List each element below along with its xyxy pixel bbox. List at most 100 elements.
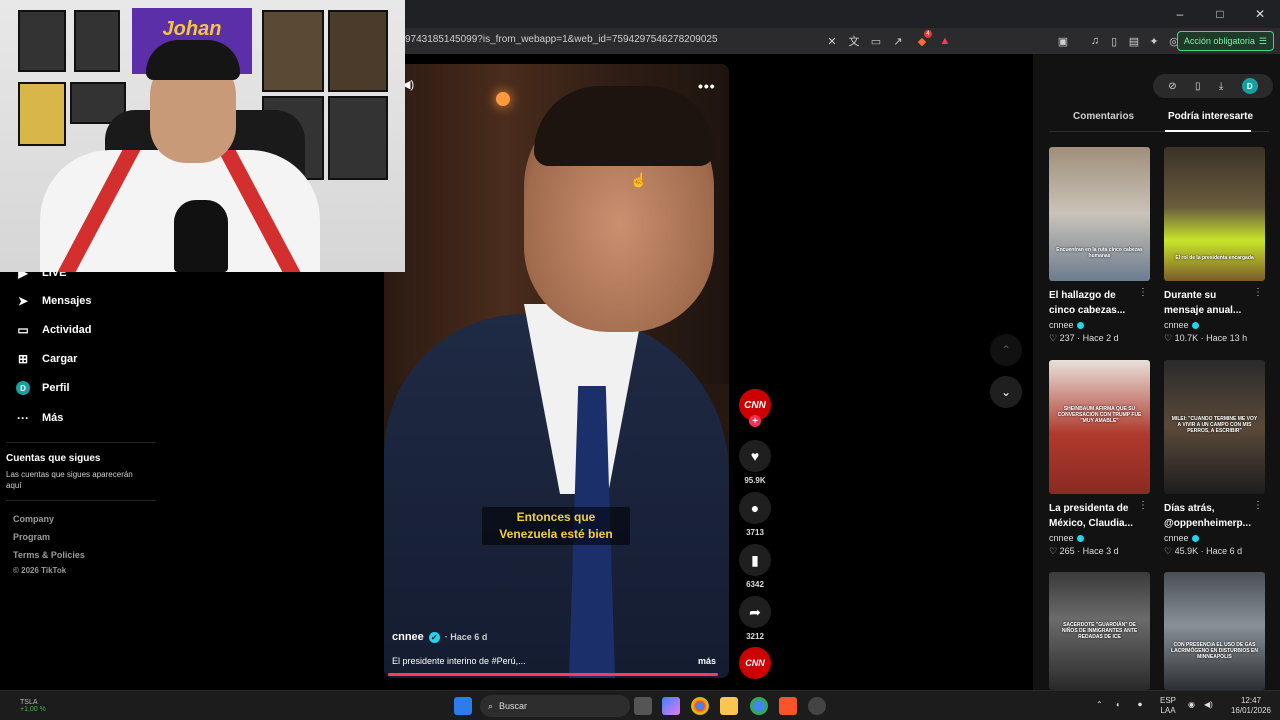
previous-video-button[interactable]: ⌃ — [990, 334, 1022, 366]
chrome-profile-icon[interactable] — [750, 697, 768, 715]
recommended-video[interactable]: SACERDOTE "GUARDIÁN" DE NIÑOS DE INMIGRA… — [1049, 572, 1150, 690]
device-icon[interactable]: ▯ — [1195, 81, 1201, 92]
caption-line: Venezuela esté bien — [499, 527, 613, 541]
video-progress-bar[interactable] — [388, 673, 719, 676]
url-field[interactable]: 97431851450​99?is_from_webapp=1&web_id=7… — [405, 34, 718, 45]
sidebar-item-label: Más — [42, 412, 64, 424]
recommended-video[interactable]: SHEINBAUM AFIRMA QUE SU CONVERSACIÓN CON… — [1049, 360, 1150, 557]
stock-widget[interactable]: TSLA +1,00 % — [20, 699, 46, 713]
task-view-icon[interactable] — [634, 697, 652, 715]
volume-icon[interactable]: ◀) — [1204, 700, 1213, 710]
sidebar-item-activity[interactable]: ▭ Actividad — [16, 323, 91, 337]
file-explorer-icon[interactable] — [720, 697, 738, 715]
sidebar-item-upload[interactable]: ⊞ Cargar — [16, 352, 78, 366]
divider — [6, 500, 156, 501]
app-icon[interactable] — [808, 697, 826, 715]
recommended-video[interactable]: Encuentran en la ruta cinco cabezas huma… — [1049, 147, 1150, 344]
following-subtitle: Las cuentas que sigues aparecerán aquí — [6, 470, 133, 490]
post-time: · Hace 6 d — [444, 632, 488, 642]
tab-comments[interactable]: Comentarios — [1073, 111, 1134, 122]
screen: – □ ✕ 97431851450​99?is_from_webapp=1&we… — [0, 0, 1280, 720]
recommended-video[interactable]: El rol de la presidenta encargada ⋮ Dura… — [1164, 147, 1265, 344]
wallet-icon[interactable]: ▤ — [1126, 33, 1142, 49]
thumbnail-caption: Encuentran en la ruta cinco cabezas huma… — [1056, 247, 1143, 259]
download-icon[interactable]: ⤓ — [1219, 81, 1223, 92]
wall-poster — [328, 96, 388, 180]
clock[interactable]: 12:47 16/01/2026 — [1228, 696, 1274, 716]
save-button[interactable]: ▮ — [739, 544, 771, 576]
comment-button[interactable]: ● — [739, 492, 771, 524]
minimize-button[interactable]: – — [1160, 0, 1200, 28]
recommended-video[interactable]: CON PRESENCIA EL USO DE GAS LACRIMÓGENO … — [1164, 572, 1265, 690]
sidebar-item-label: Mensajes — [42, 295, 92, 307]
video-author[interactable]: cnnee ✓ · Hace 6 d — [392, 631, 487, 643]
post-time: · Hace 3 d — [1077, 546, 1119, 556]
comment-count: 3713 — [746, 528, 764, 537]
footer-link-terms[interactable]: Terms & Policies — [13, 550, 85, 560]
brave-rewards-icon[interactable]: ▲ — [937, 33, 953, 49]
no-tracking-icon[interactable]: ✕ — [824, 33, 840, 49]
chrome-icon[interactable] — [691, 697, 709, 715]
footer-link-program[interactable]: Program — [13, 532, 50, 542]
translate-icon[interactable]: 文 — [846, 33, 862, 49]
chevron-down-icon: ⌄ — [1000, 385, 1012, 399]
action-required-button[interactable]: Acción obligatoria ☰ — [1176, 31, 1274, 51]
upload-icon: ⊞ — [17, 352, 29, 366]
tab-recommended[interactable]: Podría interesarte — [1168, 111, 1253, 122]
tray-chevron-icon[interactable]: ⌃ — [1096, 700, 1103, 710]
follow-plus-icon[interactable]: + — [749, 415, 761, 427]
recommended-video[interactable]: MILEI: "CUANDO TERMINE ME VOY A VIVIR A … — [1164, 360, 1265, 557]
language-indicator[interactable]: ESP LAA — [1160, 696, 1176, 716]
share-button[interactable]: ➦ — [739, 596, 771, 628]
sidebar-item-messages[interactable]: ➤ Mensajes — [16, 294, 92, 308]
like-button[interactable]: ♥ — [739, 440, 771, 472]
kebab-menu-icon[interactable]: ⋮ — [1138, 500, 1148, 511]
music-icon[interactable]: ♫ — [1087, 33, 1103, 49]
taskbar-search[interactable]: ⌕ Buscar — [480, 695, 630, 717]
kebab-menu-icon[interactable]: ⋮ — [1253, 287, 1263, 298]
tray-app-icon[interactable]: ◐ — [1116, 700, 1121, 710]
next-video-button[interactable]: ⌄ — [990, 376, 1022, 408]
speaker-hair — [534, 86, 714, 166]
share-icon[interactable]: ↗ — [890, 33, 906, 49]
compass-icon[interactable]: ⊘ — [1168, 81, 1176, 92]
video-thumbnail[interactable]: SHEINBAUM AFIRMA QUE SU CONVERSACIÓN CON… — [1049, 360, 1150, 494]
video-thumbnail[interactable]: SACERDOTE "GUARDIÁN" DE NIÑOS DE INMIGRA… — [1049, 572, 1150, 690]
video-thumbnail[interactable]: MILEI: "CUANDO TERMINE ME VOY A VIVIR A … — [1164, 360, 1265, 494]
layout-label: LAA — [1160, 706, 1176, 715]
video-author: cnnee — [1049, 320, 1150, 330]
maximize-button[interactable]: □ — [1200, 0, 1240, 28]
verified-icon: ✓ — [428, 631, 440, 643]
heart-icon: ♥ — [750, 448, 760, 464]
leo-ai-icon[interactable]: ✦ — [1146, 33, 1162, 49]
active-tab-indicator — [1165, 130, 1251, 132]
sidebar-toggle-icon[interactable]: ▯ — [1106, 33, 1122, 49]
windows-start-icon[interactable] — [454, 697, 472, 715]
video-thumbnail[interactable]: CON PRESENCIA EL USO DE GAS LACRIMÓGENO … — [1164, 572, 1265, 690]
thumbnail-caption: El rol de la presidenta encargada — [1175, 255, 1254, 261]
kebab-menu-icon[interactable]: ⋮ — [1253, 500, 1263, 511]
sidebar-item-more[interactable]: ··· Más — [16, 411, 63, 425]
sidebar-item-profile[interactable]: D Perfil — [16, 381, 70, 395]
post-time: · Hace 13 h — [1200, 333, 1248, 343]
footer-link-company[interactable]: Company — [13, 514, 54, 524]
wifi-icon[interactable]: ◉ — [1188, 700, 1195, 710]
stock-ticker: TSLA — [20, 699, 38, 706]
screenshot-icon[interactable]: ▣ — [1055, 33, 1071, 49]
video-options-icon[interactable]: ••• — [698, 78, 716, 94]
share-arrow-icon: ➦ — [749, 603, 761, 620]
more-link[interactable]: más — [698, 656, 716, 666]
microphone-icon[interactable]: ⏺ — [1138, 700, 1142, 710]
avatar[interactable]: D — [1241, 78, 1258, 94]
video-thumbnail[interactable]: El rol de la presidenta encargada — [1164, 147, 1265, 281]
close-button[interactable]: ✕ — [1240, 0, 1280, 28]
video-thumbnail[interactable]: Encuentran en la ruta cinco cabezas huma… — [1049, 147, 1150, 281]
wall-poster — [74, 10, 120, 72]
copilot-icon[interactable] — [662, 697, 680, 715]
music-disc[interactable]: CNN — [739, 647, 771, 679]
brave-icon[interactable] — [779, 697, 797, 715]
author-name: cnnee — [1049, 320, 1074, 330]
video-player[interactable]: ◀) ••• Entonces que Venezuela esté bien … — [384, 64, 729, 678]
cast-icon[interactable]: ▭ — [868, 33, 884, 49]
kebab-menu-icon[interactable]: ⋮ — [1138, 287, 1148, 298]
